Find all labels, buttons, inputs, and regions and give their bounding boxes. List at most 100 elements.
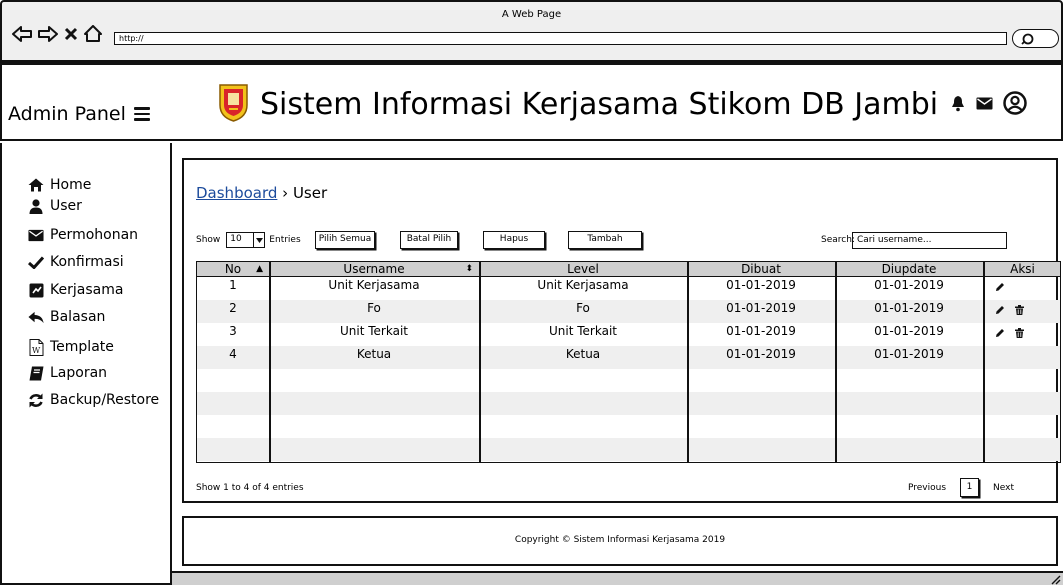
resize-grip-icon[interactable] — [1049, 573, 1061, 585]
account-icon[interactable] — [1003, 91, 1027, 115]
cell-no: 4 — [229, 347, 237, 361]
delete-button[interactable]: Hapus — [483, 231, 545, 249]
cell-no: 1 — [229, 278, 237, 292]
breadcrumb-separator: › — [282, 184, 289, 202]
entries-select[interactable]: 10 — [226, 232, 266, 248]
column-header-no[interactable]: No ▲ — [197, 262, 269, 276]
home-icon — [28, 177, 44, 193]
reply-icon — [28, 309, 44, 325]
entries-label: Entries — [269, 235, 301, 245]
user-table: No ▲ Username ⬍ Level Dibuat Diupdate Ak… — [196, 261, 1061, 463]
column-header-aksi: Aksi — [1010, 262, 1035, 276]
site-title: Sistem Informasi Kerjasama Stikom DB Jam… — [260, 87, 939, 122]
breadcrumb-dashboard-link[interactable]: Dashboard — [196, 184, 277, 202]
sidebar-item-home[interactable]: Home — [28, 177, 91, 193]
column-header-dibuat[interactable]: Dibuat — [687, 262, 835, 276]
mail-icon[interactable] — [976, 97, 993, 110]
user-icon — [28, 198, 44, 214]
sidebar-item-label: User — [50, 198, 82, 214]
cell-username: Fo — [367, 301, 381, 315]
column-divider — [835, 262, 837, 462]
sidebar-item-backup-restore[interactable]: Backup/Restore — [28, 392, 159, 408]
sidebar-item-label: Permohonan — [50, 227, 139, 243]
sidebar-item-permohonan[interactable]: Permohonan — [28, 227, 138, 243]
trash-icon[interactable] — [1015, 328, 1024, 338]
table-row[interactable]: 1 Unit Kerjasama Unit Kerjasama 01-01-20… — [197, 277, 1060, 300]
unselect-button[interactable]: Batal Pilih — [400, 231, 458, 249]
cell-level: Unit Kerjasama — [537, 278, 629, 292]
sidebar-item-template[interactable]: W Template — [28, 338, 114, 356]
sidebar-item-label: Kerjasama — [50, 282, 124, 298]
column-divider — [479, 262, 481, 462]
page-number-button[interactable]: 1 — [960, 478, 980, 497]
search-input[interactable]: Cari username... — [852, 232, 1007, 249]
footer: Copyright © Sistem Informasi Kerjasama 2… — [182, 516, 1058, 566]
column-divider — [983, 262, 985, 462]
empty-row — [197, 392, 1060, 415]
table-row[interactable]: 4 Ketua Ketua 01-01-2019 01-01-2019 — [197, 346, 1060, 369]
select-all-button[interactable]: Pilih Semua — [315, 231, 375, 249]
entries-value: 10 — [230, 234, 242, 244]
edit-pencil-icon[interactable] — [995, 282, 1005, 292]
refresh-icon — [28, 392, 44, 408]
column-divider — [687, 262, 689, 462]
search-label: Search: — [821, 235, 855, 245]
sort-icon: ⬍ — [465, 264, 473, 274]
sidebar-item-user[interactable]: User — [28, 198, 82, 214]
logo-icon — [219, 84, 248, 122]
cell-level: Unit Terkait — [549, 324, 617, 338]
sidebar-item-konfirmasi[interactable]: Konfirmasi — [28, 254, 124, 270]
cell-level: Fo — [576, 301, 590, 315]
bell-icon[interactable] — [950, 95, 966, 112]
sidebar-item-laporan[interactable]: Laporan — [28, 365, 107, 381]
hamburger-menu-icon[interactable] — [133, 104, 150, 124]
url-input[interactable]: http:// — [114, 32, 1007, 45]
cell-dibuat: 01-01-2019 — [726, 324, 796, 338]
breadcrumb: Dashboard › User — [196, 184, 327, 202]
column-header-username[interactable]: Username ⬍ — [269, 262, 479, 276]
forward-arrow-icon[interactable] — [38, 25, 58, 42]
cell-actions — [983, 277, 1060, 300]
add-button[interactable]: Tambah — [568, 231, 642, 249]
sidebar-item-balasan[interactable]: Balasan — [28, 309, 105, 325]
svg-text:W: W — [32, 346, 41, 355]
cell-no: 3 — [229, 324, 237, 338]
sidebar-item-label: Template — [50, 339, 114, 355]
table-info: Show 1 to 4 of 4 entries — [196, 483, 304, 493]
edit-pencil-icon[interactable] — [995, 328, 1005, 338]
cell-diupdate: 01-01-2019 — [874, 324, 944, 338]
sidebar-item-kerjasama[interactable]: Kerjasama — [28, 282, 123, 298]
check-icon — [28, 254, 44, 270]
sidebar-item-label: Konfirmasi — [50, 254, 124, 270]
edit-pencil-icon[interactable] — [995, 305, 1005, 315]
status-bar — [172, 571, 1063, 585]
cell-dibuat: 01-01-2019 — [726, 301, 796, 315]
cell-username: Unit Kerjasama — [328, 278, 420, 292]
back-arrow-icon[interactable] — [12, 25, 32, 42]
column-header-diupdate[interactable]: Diupdate — [835, 262, 983, 276]
empty-row — [197, 369, 1060, 392]
column-header-level[interactable]: Level — [479, 262, 687, 276]
admin-panel-toggle[interactable]: Admin Panel — [8, 103, 150, 125]
previous-page-button[interactable]: Previous — [908, 483, 946, 493]
sidebar-item-label: Balasan — [50, 309, 106, 325]
cell-no: 2 — [229, 301, 237, 315]
home-page-icon[interactable] — [84, 25, 102, 42]
admin-panel-label: Admin Panel — [8, 103, 126, 125]
content-area: Dashboard › User Show 10 Entries Pilih S… — [172, 143, 1063, 585]
empty-row — [197, 415, 1060, 438]
cell-level: Ketua — [565, 347, 601, 361]
table-row[interactable]: 2 Fo Fo 01-01-2019 01-01-2019 — [197, 300, 1060, 323]
close-icon[interactable] — [64, 27, 78, 41]
table-controls: Show 10 Entries — [196, 232, 301, 248]
cell-diupdate: 01-01-2019 — [874, 347, 944, 361]
browser-search-button[interactable] — [1012, 29, 1059, 48]
show-label: Show — [196, 235, 221, 245]
book-icon — [28, 365, 44, 381]
empty-row — [197, 438, 1060, 461]
next-page-button[interactable]: Next — [993, 483, 1014, 493]
column-divider — [269, 262, 271, 462]
trash-icon[interactable] — [1015, 305, 1024, 315]
table-row[interactable]: 3 Unit Terkait Unit Terkait 01-01-2019 0… — [197, 323, 1060, 346]
pagination: Previous 1 Next — [908, 478, 1014, 497]
